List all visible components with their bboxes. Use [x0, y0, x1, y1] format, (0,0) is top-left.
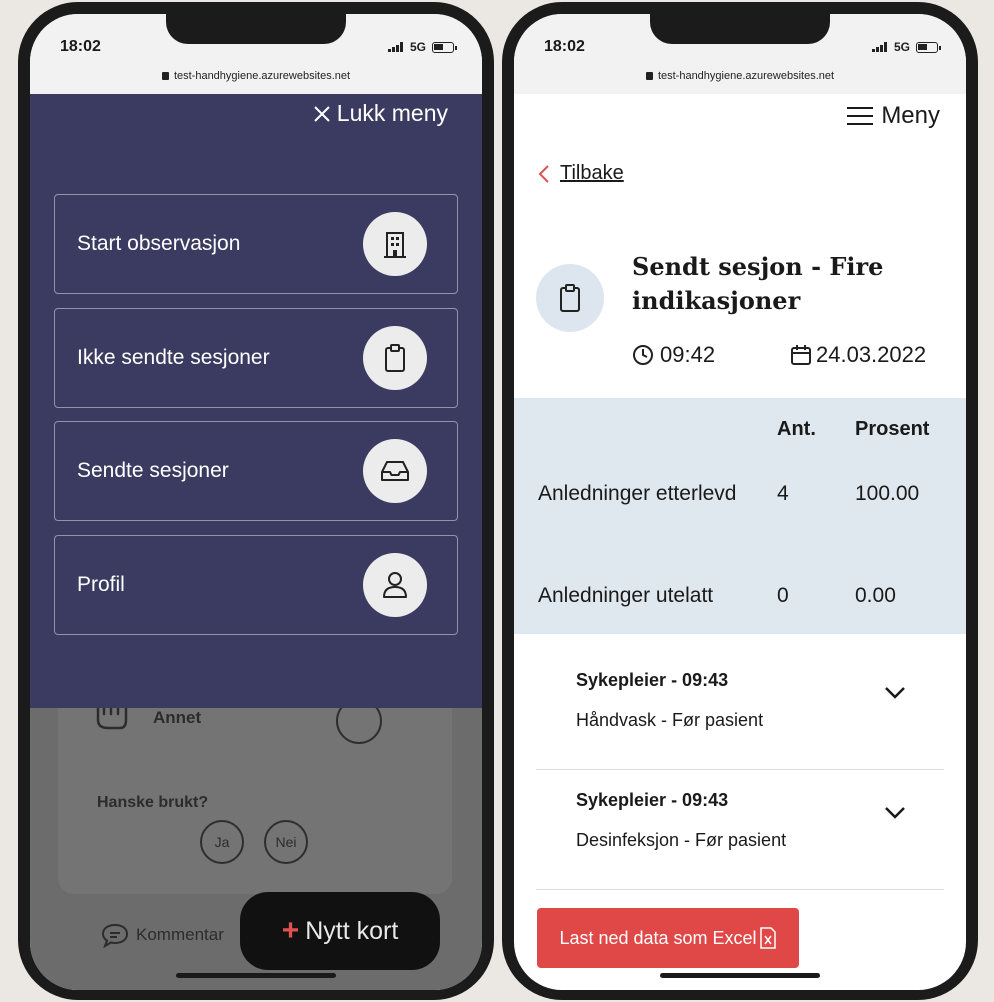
stats-row-count: 4	[777, 482, 789, 505]
session-date-value: 24.03.2022	[816, 342, 927, 367]
status-time: 18:02	[544, 38, 585, 55]
stats-table: Ant. Prosent Anledninger etterlevd 4 100…	[514, 398, 966, 634]
url-text: test-handhygiene.azurewebsites.net	[657, 70, 835, 82]
status-indicators: 5G	[871, 40, 941, 54]
stats-row-percent: 0.00	[855, 584, 896, 607]
lock-icon	[161, 72, 169, 80]
back-link[interactable]: Tilbake	[538, 162, 624, 185]
clipboard-icon	[363, 326, 427, 390]
close-icon	[314, 105, 330, 122]
status-time: 18:02	[60, 38, 101, 55]
calendar-icon	[791, 345, 811, 365]
right-screen: 18:02 5G test-handhygiene.azurewebsites.…	[514, 14, 966, 990]
notch	[166, 14, 346, 44]
observation-item[interactable]: Sykepleier - 09:43 Desinfeksjon - Før pa…	[536, 770, 944, 890]
comment-icon	[101, 923, 129, 948]
chevron-down-icon[interactable]	[884, 806, 906, 820]
home-indicator	[176, 973, 336, 978]
comment-label: Kommentar	[136, 925, 224, 944]
glove-no-button[interactable]: Nei	[264, 820, 308, 864]
comment-button[interactable]: Kommentar	[100, 922, 224, 948]
observation-item[interactable]: Sykepleier - 09:43 Håndvask - Før pasien…	[536, 650, 944, 770]
lock-icon	[645, 72, 653, 80]
glove-yes-button[interactable]: Ja	[200, 820, 244, 864]
download-excel-button[interactable]: Last ned data som Excel	[537, 908, 799, 968]
glove-question: Hanske brukt?	[97, 794, 209, 811]
session-title: Sendt sesjon - Fire indikasjoner	[632, 252, 884, 315]
signal-icon	[387, 42, 404, 52]
observation-title: Sykepleier - 09:43	[576, 670, 729, 690]
user-icon	[363, 553, 427, 617]
stats-row-label: Anledninger utelatt	[538, 584, 714, 607]
phone-right: 18:02 5G test-handhygiene.azurewebsites.…	[502, 2, 978, 1000]
stats-header-percent: Prosent	[855, 418, 930, 440]
battery-icon	[916, 41, 941, 53]
network-label: 5G	[893, 40, 910, 54]
network-label: 5G	[409, 40, 426, 54]
address-bar[interactable]: test-handhygiene.azurewebsites.net	[514, 70, 966, 82]
chevron-down-icon[interactable]	[884, 686, 906, 700]
clock-icon	[633, 345, 653, 365]
menu-button[interactable]: Meny	[847, 102, 940, 130]
status-indicators: 5G	[387, 40, 457, 54]
home-indicator	[660, 973, 820, 978]
stats-row-label: Anledninger etterlevd	[538, 482, 737, 505]
menu-item-label: Sendte sesjoner	[77, 459, 229, 482]
url-text: test-handhygiene.azurewebsites.net	[173, 70, 351, 82]
phone-left: 18:02 5G test-handhygiene.azurewebsites.…	[18, 2, 494, 1000]
plus-icon: +	[281, 914, 300, 947]
stats-header-count: Ant.	[777, 418, 816, 440]
option-label: Annet	[153, 708, 202, 727]
notch	[650, 14, 830, 44]
clipboard-icon	[536, 264, 604, 332]
excel-file-icon	[759, 927, 776, 949]
stats-row-percent: 100.00	[855, 482, 920, 505]
menu-item-label: Profil	[77, 573, 125, 596]
observation-title: Sykepleier - 09:43	[576, 790, 729, 810]
chevron-left-icon	[538, 164, 549, 183]
close-menu-label: Lukk meny	[336, 100, 448, 126]
building-icon	[363, 212, 427, 276]
stats-row-count: 0	[777, 584, 789, 607]
inbox-icon	[363, 439, 427, 503]
new-card-label: Nytt kort	[305, 916, 399, 945]
left-screen: 18:02 5G test-handhygiene.azurewebsites.…	[30, 14, 482, 990]
session-time-value: 09:42	[660, 342, 716, 367]
menu-item-unsent-sessions[interactable]: Ikke sendte sesjoner	[54, 308, 458, 408]
download-excel-label: Last ned data som Excel	[559, 927, 757, 948]
back-label: Tilbake	[560, 162, 624, 184]
menu-item-label: Start observasjon	[77, 232, 241, 255]
menu-panel: Lukk meny Start observasjon Ikke sendte …	[30, 94, 482, 708]
battery-icon	[432, 41, 457, 53]
hamburger-icon	[847, 106, 874, 126]
close-menu-button[interactable]: Lukk meny	[313, 100, 448, 127]
new-card-button[interactable]: + Nytt kort	[240, 892, 440, 970]
menu-item-profile[interactable]: Profil	[54, 535, 458, 635]
signal-icon	[871, 42, 888, 52]
session-date: 24.03.2022	[790, 342, 926, 368]
observation-detail: Håndvask - Før pasient	[576, 710, 764, 730]
menu-label: Meny	[881, 102, 940, 129]
session-time: 09:42	[632, 342, 715, 368]
address-bar[interactable]: test-handhygiene.azurewebsites.net	[30, 70, 482, 82]
menu-item-label: Ikke sendte sesjoner	[77, 346, 270, 369]
menu-item-start-observation[interactable]: Start observasjon	[54, 194, 458, 294]
menu-item-sent-sessions[interactable]: Sendte sesjoner	[54, 421, 458, 521]
observation-detail: Desinfeksjon - Før pasient	[576, 830, 787, 850]
